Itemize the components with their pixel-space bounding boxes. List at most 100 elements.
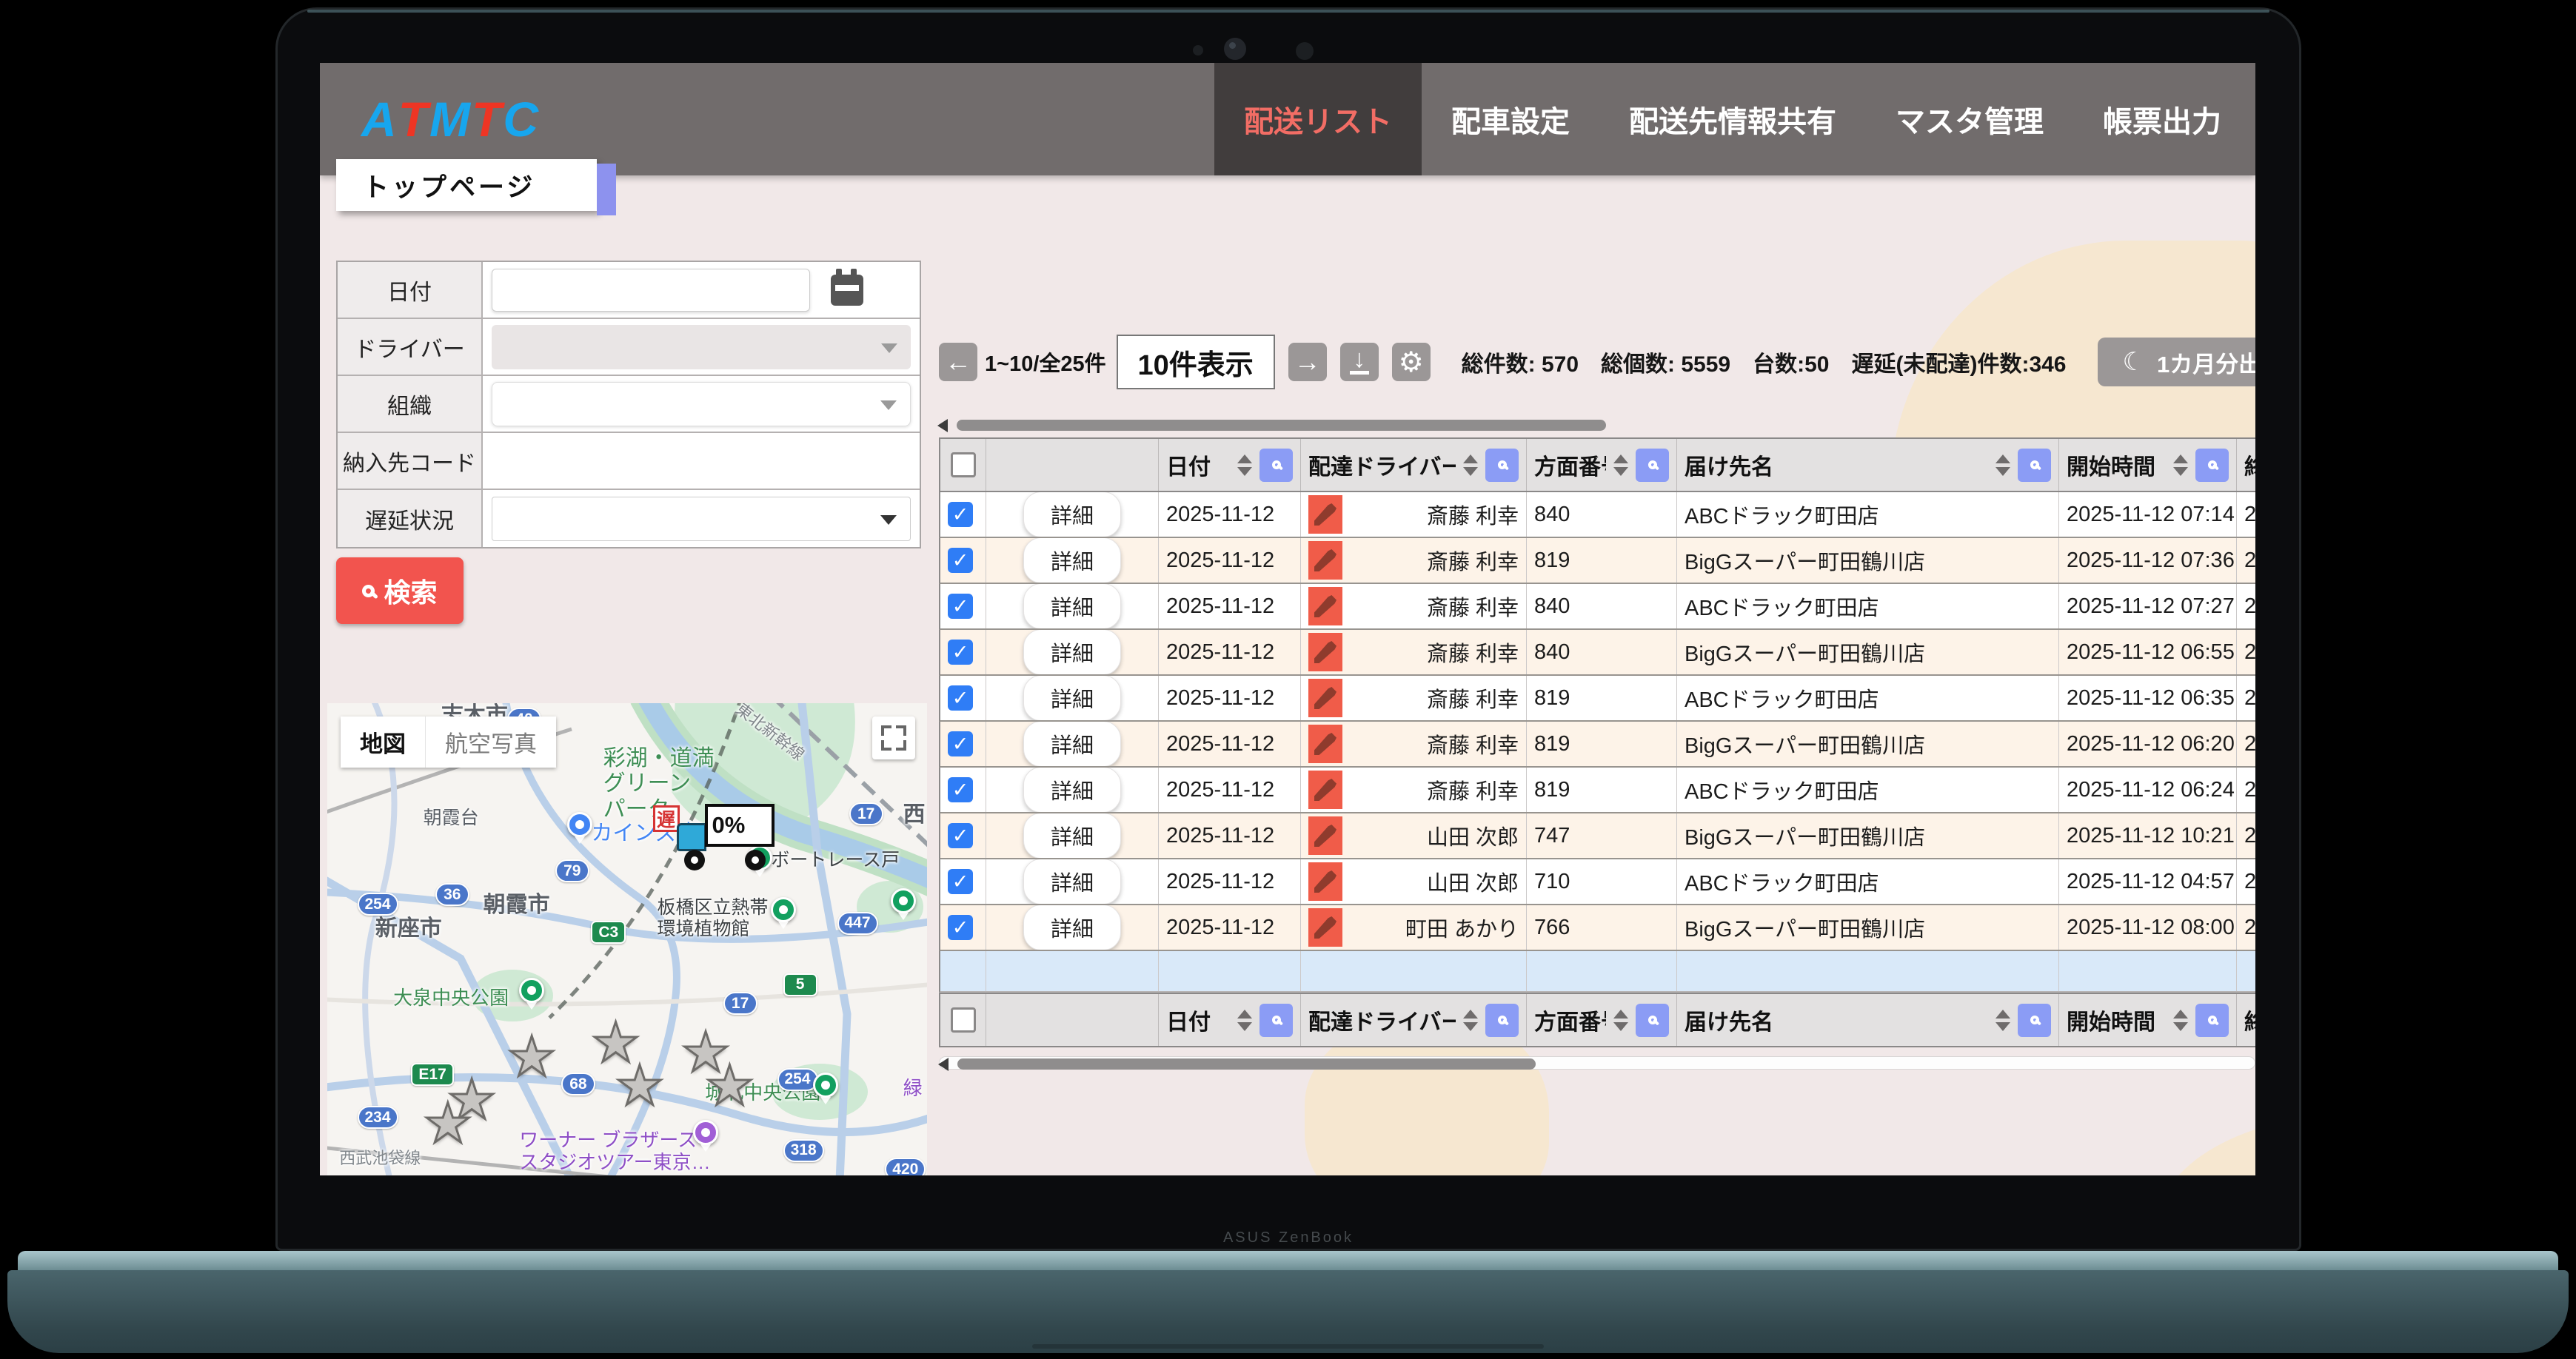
month-export-label: 1カ月分出力 bbox=[2156, 351, 2255, 378]
map[interactable]: 志木市 朝霞台 朝霞市 新座市 彩湖・道満 グリーン パーク カインズ 朝ボートレース戸板… bbox=[327, 703, 927, 1175]
column-header-3: 届け先名 bbox=[1677, 439, 2059, 491]
column-search-icon[interactable] bbox=[2195, 1003, 2229, 1037]
laptop-base bbox=[7, 1270, 2569, 1353]
table-body: ✓ 詳細 2025-11-12 斎藤 利幸 840 ABCドラック町田店 202… bbox=[939, 492, 2255, 951]
column-search-icon[interactable] bbox=[1485, 448, 1519, 482]
delivery-truck-marker[interactable]: 遅 0% bbox=[652, 798, 776, 872]
sort-icon[interactable] bbox=[1463, 1009, 1478, 1031]
detail-button[interactable]: 詳細 bbox=[1023, 676, 1121, 720]
sort-icon[interactable] bbox=[1613, 1009, 1628, 1031]
filter-label: 組織 bbox=[338, 376, 483, 432]
column-label: 方面番号 bbox=[1534, 1010, 1606, 1035]
star-marker-icon[interactable]: ★ bbox=[422, 1091, 473, 1155]
sort-icon[interactable] bbox=[1995, 1009, 2010, 1031]
poi-pin-icon[interactable] bbox=[567, 812, 592, 845]
sort-icon[interactable] bbox=[2173, 1009, 2188, 1031]
cell-driver-name: 斎藤 利幸 bbox=[1426, 505, 1519, 528]
download-button[interactable]: ↓ bbox=[1339, 343, 1379, 381]
sort-icon[interactable] bbox=[1237, 454, 1252, 476]
edit-pencil-icon[interactable] bbox=[1308, 633, 1342, 671]
destination-code-input[interactable] bbox=[483, 433, 920, 489]
column-search-icon[interactable] bbox=[1259, 1003, 1293, 1037]
column-search-icon[interactable] bbox=[2018, 1003, 2051, 1037]
nav-item-1[interactable]: 配車設定 bbox=[1422, 63, 1599, 175]
column-search-icon[interactable] bbox=[1485, 1003, 1519, 1037]
column-search-icon[interactable] bbox=[2018, 448, 2051, 482]
column-search-icon[interactable] bbox=[1636, 448, 1669, 482]
edit-pencil-icon[interactable] bbox=[1308, 725, 1342, 763]
row-checkbox[interactable]: ✓ bbox=[948, 731, 973, 756]
table-row: ✓ 詳細 2025-11-12 斎藤 利幸 819 BigGスーパー町田鶴川店 … bbox=[939, 722, 2255, 768]
edit-pencil-icon[interactable] bbox=[1308, 679, 1342, 717]
select-all-checkbox[interactable] bbox=[950, 1007, 976, 1033]
row-checkbox[interactable]: ✓ bbox=[948, 502, 973, 527]
detail-button[interactable]: 詳細 bbox=[1023, 584, 1121, 628]
delay-status-select[interactable] bbox=[492, 496, 911, 541]
table-empty-row bbox=[939, 951, 2255, 993]
select-all-checkbox[interactable] bbox=[950, 452, 976, 477]
row-checkbox[interactable]: ✓ bbox=[948, 869, 973, 894]
nav-item-0[interactable]: 配送リスト bbox=[1214, 63, 1422, 175]
detail-button[interactable]: 詳細 bbox=[1023, 538, 1121, 583]
detail-button[interactable]: 詳細 bbox=[1023, 768, 1121, 812]
edit-pencil-icon[interactable] bbox=[1308, 816, 1342, 855]
next-page-button[interactable]: → bbox=[1288, 343, 1327, 381]
scrollbar-thumb[interactable] bbox=[957, 420, 1607, 431]
nav-item-2[interactable]: 配送先情報共有 bbox=[1599, 63, 1866, 175]
fullscreen-icon[interactable] bbox=[872, 717, 915, 759]
table-scrollbar-top[interactable] bbox=[937, 418, 2255, 432]
edit-pencil-icon[interactable] bbox=[1308, 587, 1342, 625]
row-checkbox[interactable]: ✓ bbox=[948, 915, 973, 940]
table-row: ✓ 詳細 2025-11-12 山田 次郎 710 ABCドラック町田店 202… bbox=[939, 859, 2255, 905]
column-search-icon[interactable] bbox=[1259, 448, 1293, 482]
date-input[interactable] bbox=[492, 268, 810, 312]
edit-pencil-icon[interactable] bbox=[1308, 862, 1342, 901]
table-scrollbar-bottom[interactable] bbox=[938, 1056, 2255, 1071]
star-marker-icon[interactable]: ★ bbox=[614, 1053, 665, 1118]
row-checkbox[interactable]: ✓ bbox=[948, 685, 973, 711]
detail-button[interactable]: 詳細 bbox=[1023, 722, 1121, 766]
edit-pencil-icon[interactable] bbox=[1308, 541, 1342, 580]
star-marker-icon[interactable]: ★ bbox=[506, 1025, 557, 1089]
row-checkbox[interactable]: ✓ bbox=[948, 640, 973, 665]
row-checkbox[interactable]: ✓ bbox=[948, 823, 973, 848]
edit-pencil-icon[interactable] bbox=[1308, 771, 1342, 809]
map-type-map[interactable]: 地図 bbox=[341, 717, 426, 768]
page-size-select[interactable]: 10件表示 bbox=[1116, 335, 1275, 389]
detail-button[interactable]: 詳細 bbox=[1023, 492, 1121, 537]
settings-button[interactable]: ⚙ bbox=[1391, 343, 1431, 381]
filter-row: 遅延状況 bbox=[338, 490, 920, 547]
column-label: 日付 bbox=[1166, 455, 1211, 480]
row-checkbox[interactable]: ✓ bbox=[948, 777, 973, 802]
sort-icon[interactable] bbox=[2173, 454, 2188, 476]
sort-icon[interactable] bbox=[1237, 1009, 1252, 1031]
sort-icon[interactable] bbox=[1463, 454, 1478, 476]
edit-pencil-icon[interactable] bbox=[1308, 495, 1342, 534]
poi-pin-icon[interactable] bbox=[891, 887, 917, 920]
scroll-left-icon[interactable] bbox=[938, 1058, 949, 1071]
calendar-icon[interactable] bbox=[831, 268, 863, 306]
edit-pencil-icon[interactable] bbox=[1308, 908, 1342, 947]
page-title: トップページ bbox=[336, 159, 616, 215]
sort-icon[interactable] bbox=[1613, 454, 1628, 476]
column-search-icon[interactable] bbox=[1636, 1003, 1669, 1037]
nav-item-3[interactable]: マスタ管理 bbox=[1866, 63, 2073, 175]
star-marker-icon[interactable]: ★ bbox=[704, 1053, 755, 1118]
row-checkbox[interactable]: ✓ bbox=[948, 548, 973, 573]
detail-button[interactable]: 詳細 bbox=[1023, 813, 1121, 858]
month-export-button[interactable]: ☾ 1カ月分出力 bbox=[2097, 338, 2255, 386]
search-button[interactable]: 検索 bbox=[336, 557, 464, 624]
organization-select[interactable] bbox=[492, 381, 911, 426]
scroll-left-icon[interactable] bbox=[937, 419, 948, 432]
sort-icon[interactable] bbox=[1995, 454, 2010, 476]
column-search-icon[interactable] bbox=[2195, 448, 2229, 482]
detail-button[interactable]: 詳細 bbox=[1023, 905, 1121, 950]
detail-button[interactable]: 詳細 bbox=[1023, 630, 1121, 674]
scrollbar-thumb[interactable] bbox=[957, 1058, 1536, 1070]
map-type-satellite[interactable]: 航空写真 bbox=[426, 717, 556, 768]
nav-item-4[interactable]: 帳票出力 bbox=[2073, 63, 2251, 175]
driver-select[interactable] bbox=[492, 324, 911, 369]
prev-page-button[interactable]: ← bbox=[939, 343, 977, 381]
detail-button[interactable]: 詳細 bbox=[1023, 859, 1121, 904]
row-checkbox[interactable]: ✓ bbox=[948, 594, 973, 619]
